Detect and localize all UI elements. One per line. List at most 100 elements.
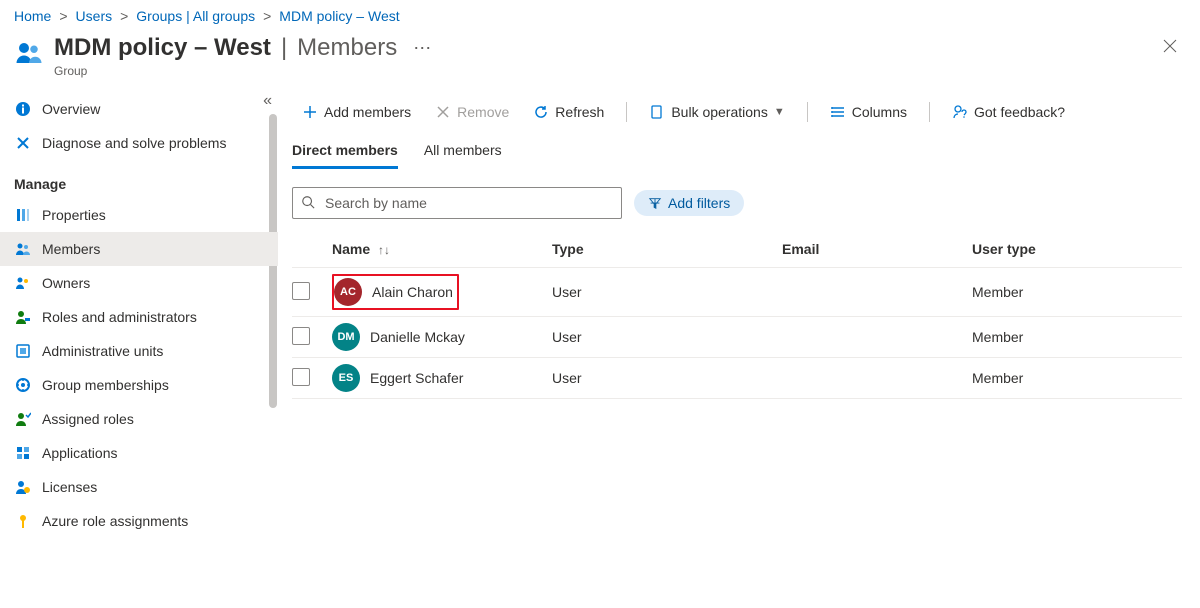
table-row[interactable]: AC Alain Charon User Member [292, 268, 1182, 317]
sidebar-item-label: Overview [42, 101, 100, 117]
members-table: Name ↑↓ Type Email User type AC Alain Cha… [292, 231, 1182, 399]
sidebar-item-members[interactable]: Members [0, 232, 278, 266]
sidebar-item-label: Members [42, 241, 100, 257]
sidebar-item-azure-roles[interactable]: Azure role assignments [0, 504, 278, 538]
sidebar-item-label: Licenses [42, 479, 97, 495]
breadcrumb-groups[interactable]: Groups | All groups [136, 8, 255, 24]
bulk-operations-label: Bulk operations [671, 104, 768, 120]
member-email [782, 317, 972, 358]
feedback-label: Got feedback? [974, 104, 1065, 120]
table-row[interactable]: DM Danielle Mckay User Member [292, 317, 1182, 358]
row-checkbox[interactable] [292, 282, 310, 300]
avatar: DM [332, 323, 360, 351]
breadcrumb-home[interactable]: Home [14, 8, 51, 24]
properties-icon [14, 206, 32, 224]
tabs: Direct members All members [292, 134, 1182, 169]
row-checkbox[interactable] [292, 368, 310, 386]
sidebar-item-assigned-roles[interactable]: Assigned roles [0, 402, 278, 436]
breadcrumb-users[interactable]: Users [76, 8, 113, 24]
toolbar-separator [807, 102, 808, 122]
refresh-label: Refresh [555, 104, 604, 120]
sidebar-item-label: Properties [42, 207, 106, 223]
sidebar-item-licenses[interactable]: Licenses [0, 470, 278, 504]
columns-button[interactable]: Columns [820, 100, 917, 124]
remove-button[interactable]: Remove [425, 100, 519, 124]
column-header-type[interactable]: Type [552, 231, 782, 268]
sidebar-item-properties[interactable]: Properties [0, 198, 278, 232]
member-type: User [552, 358, 782, 399]
table-header-row: Name ↑↓ Type Email User type [292, 231, 1182, 268]
breadcrumb-sep: > [59, 8, 67, 24]
column-header-email[interactable]: Email [782, 231, 972, 268]
sidebar-item-label: Applications [42, 445, 118, 461]
sidebar: « Overview Diagnose and solve problems M… [0, 92, 278, 604]
feedback-button[interactable]: Got feedback? [942, 100, 1075, 124]
breadcrumb-sep: > [263, 8, 271, 24]
column-header-name[interactable]: Name ↑↓ [332, 231, 552, 268]
columns-label: Columns [852, 104, 907, 120]
sidebar-item-label: Owners [42, 275, 90, 291]
group-memberships-icon [14, 376, 32, 394]
member-usertype: Member [972, 317, 1182, 358]
tab-direct-members[interactable]: Direct members [292, 136, 398, 169]
breadcrumb-current[interactable]: MDM policy – West [279, 8, 399, 24]
sidebar-item-diagnose[interactable]: Diagnose and solve problems [0, 126, 278, 160]
add-members-button[interactable]: Add members [292, 100, 421, 124]
bulk-operations-button[interactable]: Bulk operations ▼ [639, 100, 794, 124]
command-bar: Add members Remove Refresh Bulk operatio… [292, 92, 1182, 134]
sidebar-item-label: Administrative units [42, 343, 163, 359]
more-actions-button[interactable]: ⋯ [413, 38, 431, 59]
sidebar-section-manage: Manage [0, 160, 278, 198]
toolbar-separator [929, 102, 930, 122]
row-checkbox[interactable] [292, 327, 310, 345]
member-name[interactable]: Alain Charon [372, 284, 453, 300]
member-name[interactable]: Eggert Schafer [370, 370, 463, 386]
page-title-sep: | [281, 34, 287, 62]
sidebar-item-label: Assigned roles [42, 411, 134, 427]
breadcrumb-sep: > [120, 8, 128, 24]
sidebar-item-admin-units[interactable]: Administrative units [0, 334, 278, 368]
page-title-main: MDM policy – West [54, 34, 271, 62]
remove-label: Remove [457, 104, 509, 120]
page-title: MDM policy – West | Members ⋯ [54, 34, 431, 62]
toolbar-separator [626, 102, 627, 122]
sidebar-item-label: Azure role assignments [42, 513, 188, 529]
table-row[interactable]: ES Eggert Schafer User Member [292, 358, 1182, 399]
search-box[interactable] [292, 187, 622, 219]
member-email [782, 268, 972, 317]
sidebar-item-label: Roles and administrators [42, 309, 197, 325]
tab-all-members[interactable]: All members [424, 136, 502, 169]
sidebar-item-label: Diagnose and solve problems [42, 135, 226, 151]
member-usertype: Member [972, 358, 1182, 399]
licenses-icon [14, 478, 32, 496]
diagnose-icon [14, 134, 32, 152]
sidebar-item-applications[interactable]: Applications [0, 436, 278, 470]
chevron-down-icon: ▼ [774, 106, 785, 118]
member-email [782, 358, 972, 399]
page-subtitle: Group [54, 64, 431, 78]
sidebar-item-roles-admins[interactable]: Roles and administrators [0, 300, 278, 334]
sidebar-item-owners[interactable]: Owners [0, 266, 278, 300]
search-input[interactable] [323, 194, 613, 212]
sort-icon: ↑↓ [378, 243, 390, 257]
member-name[interactable]: Danielle Mckay [370, 329, 465, 345]
sidebar-item-label: Group memberships [42, 377, 169, 393]
main-content: Add members Remove Refresh Bulk operatio… [278, 92, 1200, 604]
column-header-usertype[interactable]: User type [972, 231, 1182, 268]
refresh-button[interactable]: Refresh [523, 100, 614, 124]
close-button[interactable] [1158, 34, 1182, 63]
sidebar-item-overview[interactable]: Overview [0, 92, 278, 126]
page-header: MDM policy – West | Members ⋯ Group [0, 28, 1200, 92]
avatar: AC [334, 278, 362, 306]
info-icon [14, 100, 32, 118]
add-filters-label: Add filters [668, 195, 730, 211]
sidebar-item-group-memberships[interactable]: Group memberships [0, 368, 278, 402]
members-icon [14, 240, 32, 258]
owners-icon [14, 274, 32, 292]
member-type: User [552, 317, 782, 358]
admin-units-icon [14, 342, 32, 360]
member-usertype: Member [972, 268, 1182, 317]
member-type: User [552, 268, 782, 317]
avatar: ES [332, 364, 360, 392]
add-filters-button[interactable]: Add filters [634, 190, 744, 216]
